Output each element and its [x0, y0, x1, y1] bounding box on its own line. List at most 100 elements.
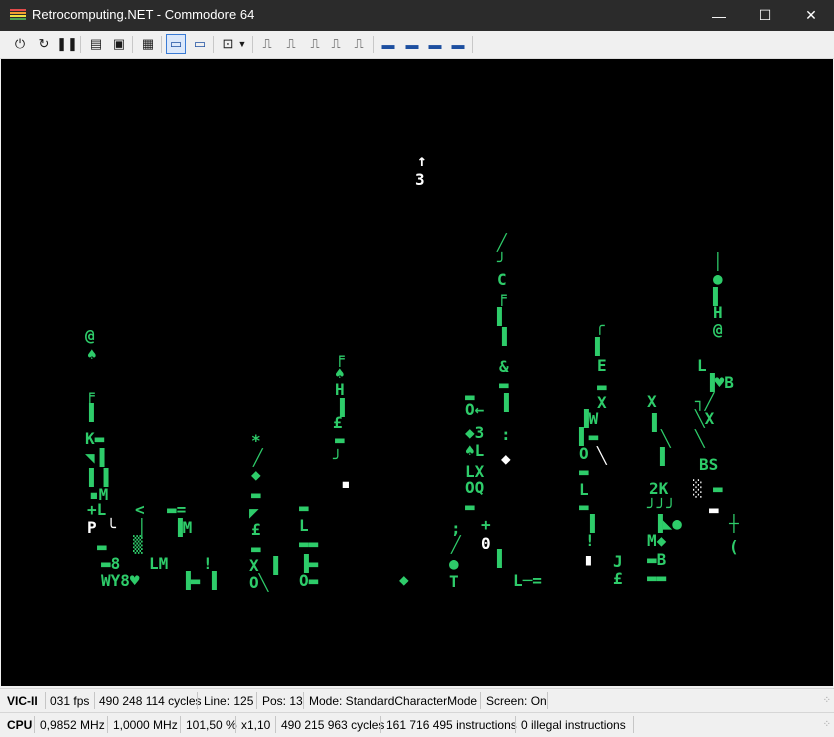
screen-glyph: │ [713, 252, 723, 271]
chip-4-icon[interactable]: ▬ [448, 34, 468, 54]
screen-glyph: M◆ [647, 531, 667, 550]
screen-glyph: L [579, 480, 589, 499]
status-separator [235, 716, 236, 733]
toolbar-separator [252, 36, 253, 53]
screen-glyph: H [335, 380, 345, 399]
screen-glyph: P ╰ [87, 518, 116, 537]
screen-glyph: ● [449, 554, 459, 573]
screen-glyph: ▬ [709, 500, 719, 519]
screen-glyph: ▐ [585, 514, 595, 533]
screen-glyph: ▌▬ [579, 427, 599, 446]
monitor-blue-icon[interactable]: ▭ [166, 34, 186, 54]
screen-glyph: ▌ [497, 307, 507, 326]
screen-glyph: ▐M [173, 518, 193, 537]
cpu-instructions: 161 716 495 instructions [386, 718, 517, 732]
screen-glyph: £ [333, 413, 343, 432]
waveform-2-icon[interactable]: ⎍ [281, 34, 301, 54]
chip-3-icon[interactable]: ▬ [425, 34, 445, 54]
screen-glyph: < [135, 500, 145, 519]
disk-icon[interactable]: ▣ [109, 34, 129, 54]
vic-pos: Pos: 13 [262, 694, 303, 708]
minimize-button[interactable]: — [696, 0, 742, 31]
monitor-icon[interactable]: ▭ [190, 34, 210, 54]
cpu-status-bar: CPU 0,9852 MHz 1,0000 MHz 101,50 % x1,10… [0, 712, 834, 736]
tape-icon[interactable]: ▤ [86, 34, 106, 54]
screen-glyph: ◥▐ [85, 448, 105, 467]
cartridge-icon[interactable]: ▦ [138, 34, 158, 54]
chip-2-icon[interactable]: ▬ [402, 34, 422, 54]
title-bar: Retrocomputing.NET - Commodore 64 — ☐ ✕ [0, 0, 834, 31]
screen-glyph: ▐ [499, 393, 509, 412]
screen-glyph: £ [251, 520, 261, 539]
screen-glyph: K▬ [85, 429, 105, 448]
cpu-label: CPU [7, 718, 33, 732]
reset-icon[interactable]: ↻ [34, 34, 54, 54]
screen-glyph: BS [699, 455, 719, 474]
screen-glyph: ╱ [253, 448, 263, 467]
screen-glyph: ▐ [655, 447, 665, 466]
screen-glyph: │ [137, 518, 147, 537]
screen-glyph: ╲ [695, 429, 705, 448]
screen-glyph: ◆3 [465, 423, 485, 442]
screen-glyph: ▝ [581, 556, 591, 575]
cpu-percent: 101,50 % [186, 718, 237, 732]
screen-glyph: WY8♥ [101, 571, 140, 590]
joystick-icon[interactable]: ⊡ [218, 34, 238, 54]
screen-glyph: ▬8 [101, 554, 121, 573]
screen-glyph: ♠L [465, 441, 485, 460]
screen-glyph: ◆ [399, 570, 409, 589]
screen-glyph: ▐▬ [299, 554, 319, 573]
chip-1-icon[interactable]: ▬ [378, 34, 398, 54]
waveform-5-icon[interactable]: ⎍ [349, 34, 369, 54]
screen-glyph: ! [585, 531, 595, 550]
screen-glyph: 3 [415, 170, 425, 189]
resize-grip-icon: ⁘ [822, 719, 831, 730]
waveform-4-icon[interactable]: ⎍ [326, 34, 346, 54]
dropdown-icon[interactable]: ▼ [236, 34, 248, 54]
status-separator [34, 716, 35, 733]
screen-glyph: H [713, 303, 723, 322]
screen-glyph: ▬ [251, 485, 261, 504]
c64-screen[interactable]: ↑ 3 @ ♠ ╒ ▌ K▬ ◥▐ ▌▐ ▪M +L P ╰ < ▬= │ ▐M ▬ ▒ ▬8 LM! WY8♥ ▐▬ ▐ *… [1, 59, 833, 686]
screen-glyph: E [597, 356, 607, 375]
cpu-illegal: 0 illegal instructions [521, 718, 626, 732]
maximize-button[interactable]: ☐ [742, 0, 788, 31]
screen-glyph: ▐ [647, 413, 657, 432]
screen-glyph: ▐W [579, 409, 599, 428]
emulator-window: Retrocomputing.NET - Commodore 64 — ☐ ✕ … [0, 0, 834, 737]
cpu-mhz-actual: 0,9852 MHz [40, 718, 105, 732]
power-icon[interactable]: ⏻ [10, 34, 30, 54]
screen-glyph: @ [713, 320, 723, 339]
resize-grip-icon: ⁘ [822, 695, 831, 706]
pause-icon[interactable]: ❚❚ [56, 34, 78, 54]
screen-glyph: ▒ [133, 535, 143, 554]
screen-glyph: ▌ [89, 403, 99, 422]
screen-glyph: ╲ [661, 429, 671, 448]
vic-screen: Screen: On [486, 694, 547, 708]
screen-glyph: ▐ [207, 571, 217, 590]
screen-glyph: L [697, 356, 707, 375]
waveform-3-icon[interactable]: ⎍ [305, 34, 325, 54]
screen-glyph: ╲ [597, 446, 607, 465]
rainbow-app-icon [10, 9, 26, 22]
screen-glyph: 0 [481, 534, 491, 553]
screen-glyph: ▐◣● [653, 514, 682, 533]
toolbar-separator [373, 36, 374, 53]
screen-glyph: OQ [465, 478, 485, 497]
waveform-1-icon[interactable]: ⎍ [257, 34, 277, 54]
screen-glyph: ▬ [713, 479, 723, 498]
screen-glyph: : [501, 425, 511, 444]
status-separator [515, 716, 516, 733]
status-separator [45, 692, 46, 709]
screen-glyph: ╱ [497, 233, 507, 252]
close-button[interactable]: ✕ [788, 0, 834, 31]
screen-glyph: ╯ [333, 449, 343, 468]
screen-glyph: ╒ [497, 287, 507, 306]
screen-glyph: C [497, 270, 507, 289]
screen-glyph: ▬ [499, 375, 509, 394]
screen-glyph: T [449, 572, 459, 591]
screen-glyph: +L [87, 500, 107, 519]
screen-glyph: L─= [513, 571, 542, 590]
status-separator [107, 716, 108, 733]
screen-glyph: ▬ [299, 498, 309, 517]
